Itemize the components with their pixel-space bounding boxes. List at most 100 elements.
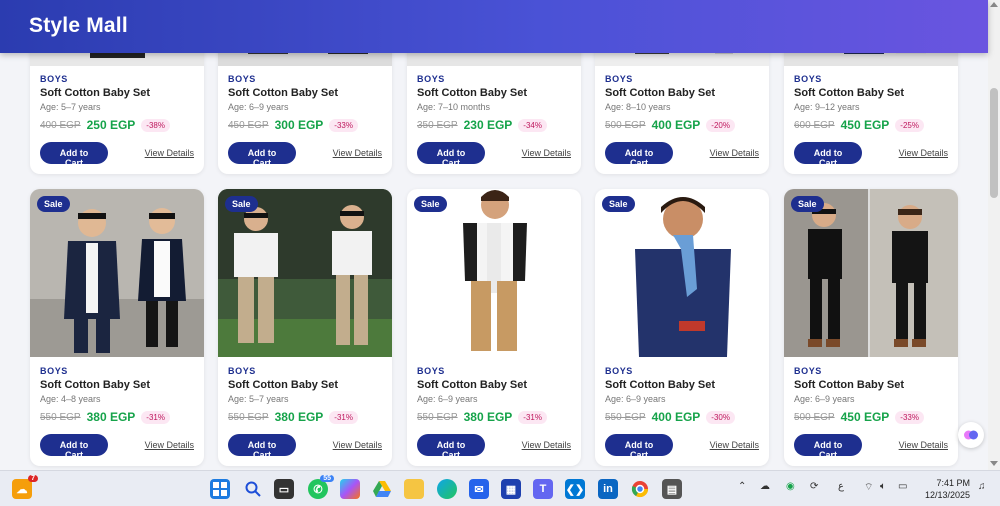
- chevron-up-icon[interactable]: ⌃: [738, 481, 746, 492]
- product-name[interactable]: Soft Cotton Baby Set: [228, 379, 382, 391]
- discount-badge: -38%: [141, 118, 170, 132]
- product-name[interactable]: Soft Cotton Baby Set: [417, 379, 571, 391]
- product-name[interactable]: Soft Cotton Baby Set: [417, 87, 571, 99]
- old-price: 550 EGP: [417, 411, 458, 423]
- copilot-icon[interactable]: [340, 479, 360, 499]
- product-image[interactable]: [30, 189, 204, 357]
- discount-badge: -34%: [518, 118, 547, 132]
- product-name[interactable]: Soft Cotton Baby Set: [794, 87, 948, 99]
- view-details-link[interactable]: View Details: [333, 440, 382, 450]
- add-to-cart-button[interactable]: Add to Cart: [794, 434, 862, 460]
- product-category: BOYS: [794, 74, 822, 84]
- clock-date: 12/13/2025: [924, 490, 970, 500]
- app-window: Style Mall BOYS Soft Cotton Baby Set Age…: [0, 0, 1000, 470]
- add-to-cart-button[interactable]: Add to Cart: [605, 142, 673, 168]
- product-name[interactable]: Soft Cotton Baby Set: [605, 87, 759, 99]
- battery-icon[interactable]: ▭: [898, 481, 907, 492]
- add-to-cart-button[interactable]: Add to Cart: [228, 434, 296, 460]
- whatsapp-badge: 55: [320, 475, 334, 482]
- product-image[interactable]: [784, 189, 958, 357]
- discount-badge: -25%: [895, 118, 924, 132]
- windows-start-icon[interactable]: [210, 479, 230, 499]
- product-age: Age: 4–8 years: [40, 394, 101, 404]
- product-age: Age: 6–9 years: [605, 394, 666, 404]
- store-icon[interactable]: ▦: [501, 479, 521, 499]
- discount-badge: -31%: [518, 410, 547, 424]
- task-view-icon[interactable]: ▭: [274, 479, 294, 499]
- product-name[interactable]: Soft Cotton Baby Set: [605, 379, 759, 391]
- view-details-link[interactable]: View Details: [710, 148, 759, 158]
- view-details-link[interactable]: View Details: [710, 440, 759, 450]
- old-price: 500 EGP: [605, 119, 646, 131]
- view-details-link[interactable]: View Details: [899, 148, 948, 158]
- volume-icon[interactable]: 🔈︎: [880, 481, 886, 492]
- add-to-cart-button[interactable]: Add to Cart: [417, 434, 485, 460]
- view-details-link[interactable]: View Details: [145, 440, 194, 450]
- linkedin-icon[interactable]: in: [598, 479, 618, 499]
- old-price: 550 EGP: [605, 411, 646, 423]
- view-details-link[interactable]: View Details: [333, 148, 382, 158]
- product-name[interactable]: Soft Cotton Baby Set: [40, 87, 194, 99]
- product-age: Age: 5–7 years: [228, 394, 289, 404]
- product-card[interactable]: Sale BOYS Soft Cotton Baby Set Age: 6–9 …: [407, 189, 581, 466]
- discount-badge: -30%: [706, 410, 735, 424]
- onedrive-icon[interactable]: ☁: [760, 481, 770, 492]
- page-scrollbar[interactable]: [988, 0, 1000, 470]
- view-details-link[interactable]: View Details: [522, 148, 571, 158]
- whatsapp-icon[interactable]: ✆ 55: [308, 475, 334, 499]
- old-price: 550 EGP: [228, 411, 269, 423]
- file-explorer-icon[interactable]: [404, 479, 424, 499]
- product-name[interactable]: Soft Cotton Baby Set: [40, 379, 194, 391]
- product-name[interactable]: Soft Cotton Baby Set: [794, 379, 948, 391]
- teams-icon[interactable]: T: [533, 479, 553, 499]
- view-details-link[interactable]: View Details: [522, 440, 571, 450]
- old-price: 350 EGP: [417, 119, 458, 131]
- edge-icon[interactable]: [437, 479, 457, 499]
- scroll-down-arrow-icon[interactable]: [990, 461, 998, 466]
- assistant-float-button[interactable]: [958, 422, 984, 448]
- product-name[interactable]: Soft Cotton Baby Set: [228, 87, 382, 99]
- mail-icon[interactable]: ✉: [469, 479, 489, 499]
- product-category: BOYS: [417, 366, 445, 376]
- sync-icon[interactable]: ⟳: [810, 481, 818, 492]
- add-to-cart-button[interactable]: Add to Cart: [40, 142, 108, 168]
- clock-time: 7:41 PM: [936, 478, 970, 488]
- product-card[interactable]: Sale BOYS Soft Cotton Baby Set Age: 5–7 …: [218, 189, 392, 466]
- product-age: Age: 7–10 months: [417, 102, 491, 112]
- old-price: 550 EGP: [40, 411, 81, 423]
- wifi-icon[interactable]: ⌔: [864, 481, 873, 494]
- product-card[interactable]: Sale BOYS Soft Cotton Baby Set Age: 6–9 …: [595, 189, 769, 466]
- chrome-icon[interactable]: [630, 479, 650, 499]
- discount-badge: -20%: [706, 118, 735, 132]
- security-icon[interactable]: ◉: [786, 481, 795, 492]
- add-to-cart-button[interactable]: Add to Cart: [605, 434, 673, 460]
- scroll-thumb[interactable]: [990, 88, 998, 198]
- product-image[interactable]: [218, 189, 392, 357]
- old-price: 500 EGP: [794, 411, 835, 423]
- new-price: 230 EGP: [463, 118, 513, 132]
- add-to-cart-button[interactable]: Add to Cart: [228, 142, 296, 168]
- product-age: Age: 6–9 years: [417, 394, 478, 404]
- site-header: Style Mall: [0, 0, 988, 53]
- weather-icon[interactable]: ☁ 7: [12, 475, 38, 499]
- sale-badge: Sale: [602, 196, 635, 212]
- add-to-cart-button[interactable]: Add to Cart: [794, 142, 862, 168]
- google-drive-icon[interactable]: [372, 479, 392, 499]
- brand-title[interactable]: Style Mall: [29, 14, 128, 38]
- view-details-link[interactable]: View Details: [899, 440, 948, 450]
- language-indicator[interactable]: ع: [838, 481, 844, 492]
- search-icon[interactable]: [243, 479, 263, 499]
- product-image[interactable]: [407, 189, 581, 357]
- product-card[interactable]: Sale BOYS Soft Cotton Baby Set Age: 6–9 …: [784, 189, 958, 466]
- notification-bell-icon[interactable]: ♫: [978, 481, 986, 492]
- vscode-icon[interactable]: ❮❯: [565, 479, 585, 499]
- calculator-icon[interactable]: ▤: [662, 479, 682, 499]
- product-image[interactable]: [595, 189, 769, 357]
- product-card[interactable]: Sale BOYS Soft Cotton Baby Set Age: 4–8 …: [30, 189, 204, 466]
- add-to-cart-button[interactable]: Add to Cart: [40, 434, 108, 460]
- discount-badge: -33%: [895, 410, 924, 424]
- system-clock[interactable]: 7:41 PM 12/13/2025: [920, 477, 970, 501]
- scroll-up-arrow-icon[interactable]: [990, 2, 998, 7]
- add-to-cart-button[interactable]: Add to Cart: [417, 142, 485, 168]
- view-details-link[interactable]: View Details: [145, 148, 194, 158]
